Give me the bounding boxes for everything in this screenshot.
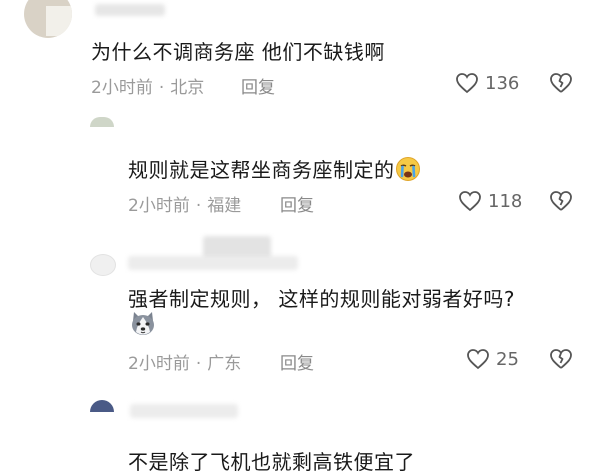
like-count: 25: [496, 348, 519, 370]
reply-button[interactable]: 回复: [241, 73, 275, 98]
husky-dog-face-icon: [132, 312, 154, 335]
like-count: 136: [485, 72, 520, 94]
comment-time: 2小时前: [91, 78, 153, 98]
comment-location: 福建: [207, 196, 242, 216]
comment-time: 2小时前: [128, 196, 190, 216]
broken-heart-icon: [550, 349, 572, 369]
avatar[interactable]: [24, 0, 72, 38]
avatar[interactable]: [90, 117, 114, 127]
comment-meta: 2小时前 · 广东: [128, 349, 241, 374]
comment-text: 为什么不调商务座 他们不缺钱啊: [91, 40, 385, 64]
crying-face-icon: [395, 157, 420, 181]
comment-location: 广东: [207, 354, 242, 374]
meta-separator: ·: [195, 196, 202, 216]
comment-text: 强者制定规则， 这样的规则能对弱者好吗?: [128, 287, 515, 311]
comment-meta: 2小时前 · 北京: [91, 73, 204, 98]
dislike-button[interactable]: [549, 348, 573, 374]
broken-heart-icon: [550, 191, 572, 211]
comment-text: 规则就是这帮坐商务座制定的: [128, 154, 421, 187]
like-button[interactable]: 136: [455, 72, 519, 94]
like-button[interactable]: 118: [458, 190, 522, 212]
heart-icon: [459, 191, 481, 212]
username-blurred[interactable]: [130, 404, 238, 418]
like-count: 118: [488, 190, 523, 212]
comment-text-content: 规则就是这帮坐商务座制定的: [128, 158, 395, 182]
dislike-button[interactable]: [549, 72, 573, 98]
meta-separator: ·: [158, 78, 165, 98]
avatar[interactable]: [90, 400, 114, 412]
avatar[interactable]: [90, 254, 116, 276]
username-blurred[interactable]: [128, 256, 298, 270]
reply-button[interactable]: 回复: [280, 191, 314, 216]
comment-text: 不是除了飞机也就剩高铁便宜了: [128, 450, 415, 474]
husky-dog-face-emoji: [128, 309, 158, 343]
reply-button[interactable]: 回复: [280, 349, 314, 374]
heart-icon: [467, 349, 489, 370]
comment-meta: 2小时前 · 福建: [128, 191, 241, 216]
dislike-button[interactable]: [549, 190, 573, 216]
crying-face-emoji: [395, 156, 421, 187]
meta-separator: ·: [195, 354, 202, 374]
broken-heart-icon: [550, 73, 572, 93]
like-button[interactable]: 25: [466, 348, 519, 370]
comment-location: 北京: [170, 78, 205, 98]
username-blurred[interactable]: [95, 4, 165, 16]
heart-icon: [456, 73, 478, 94]
comment-time: 2小时前: [128, 354, 190, 374]
